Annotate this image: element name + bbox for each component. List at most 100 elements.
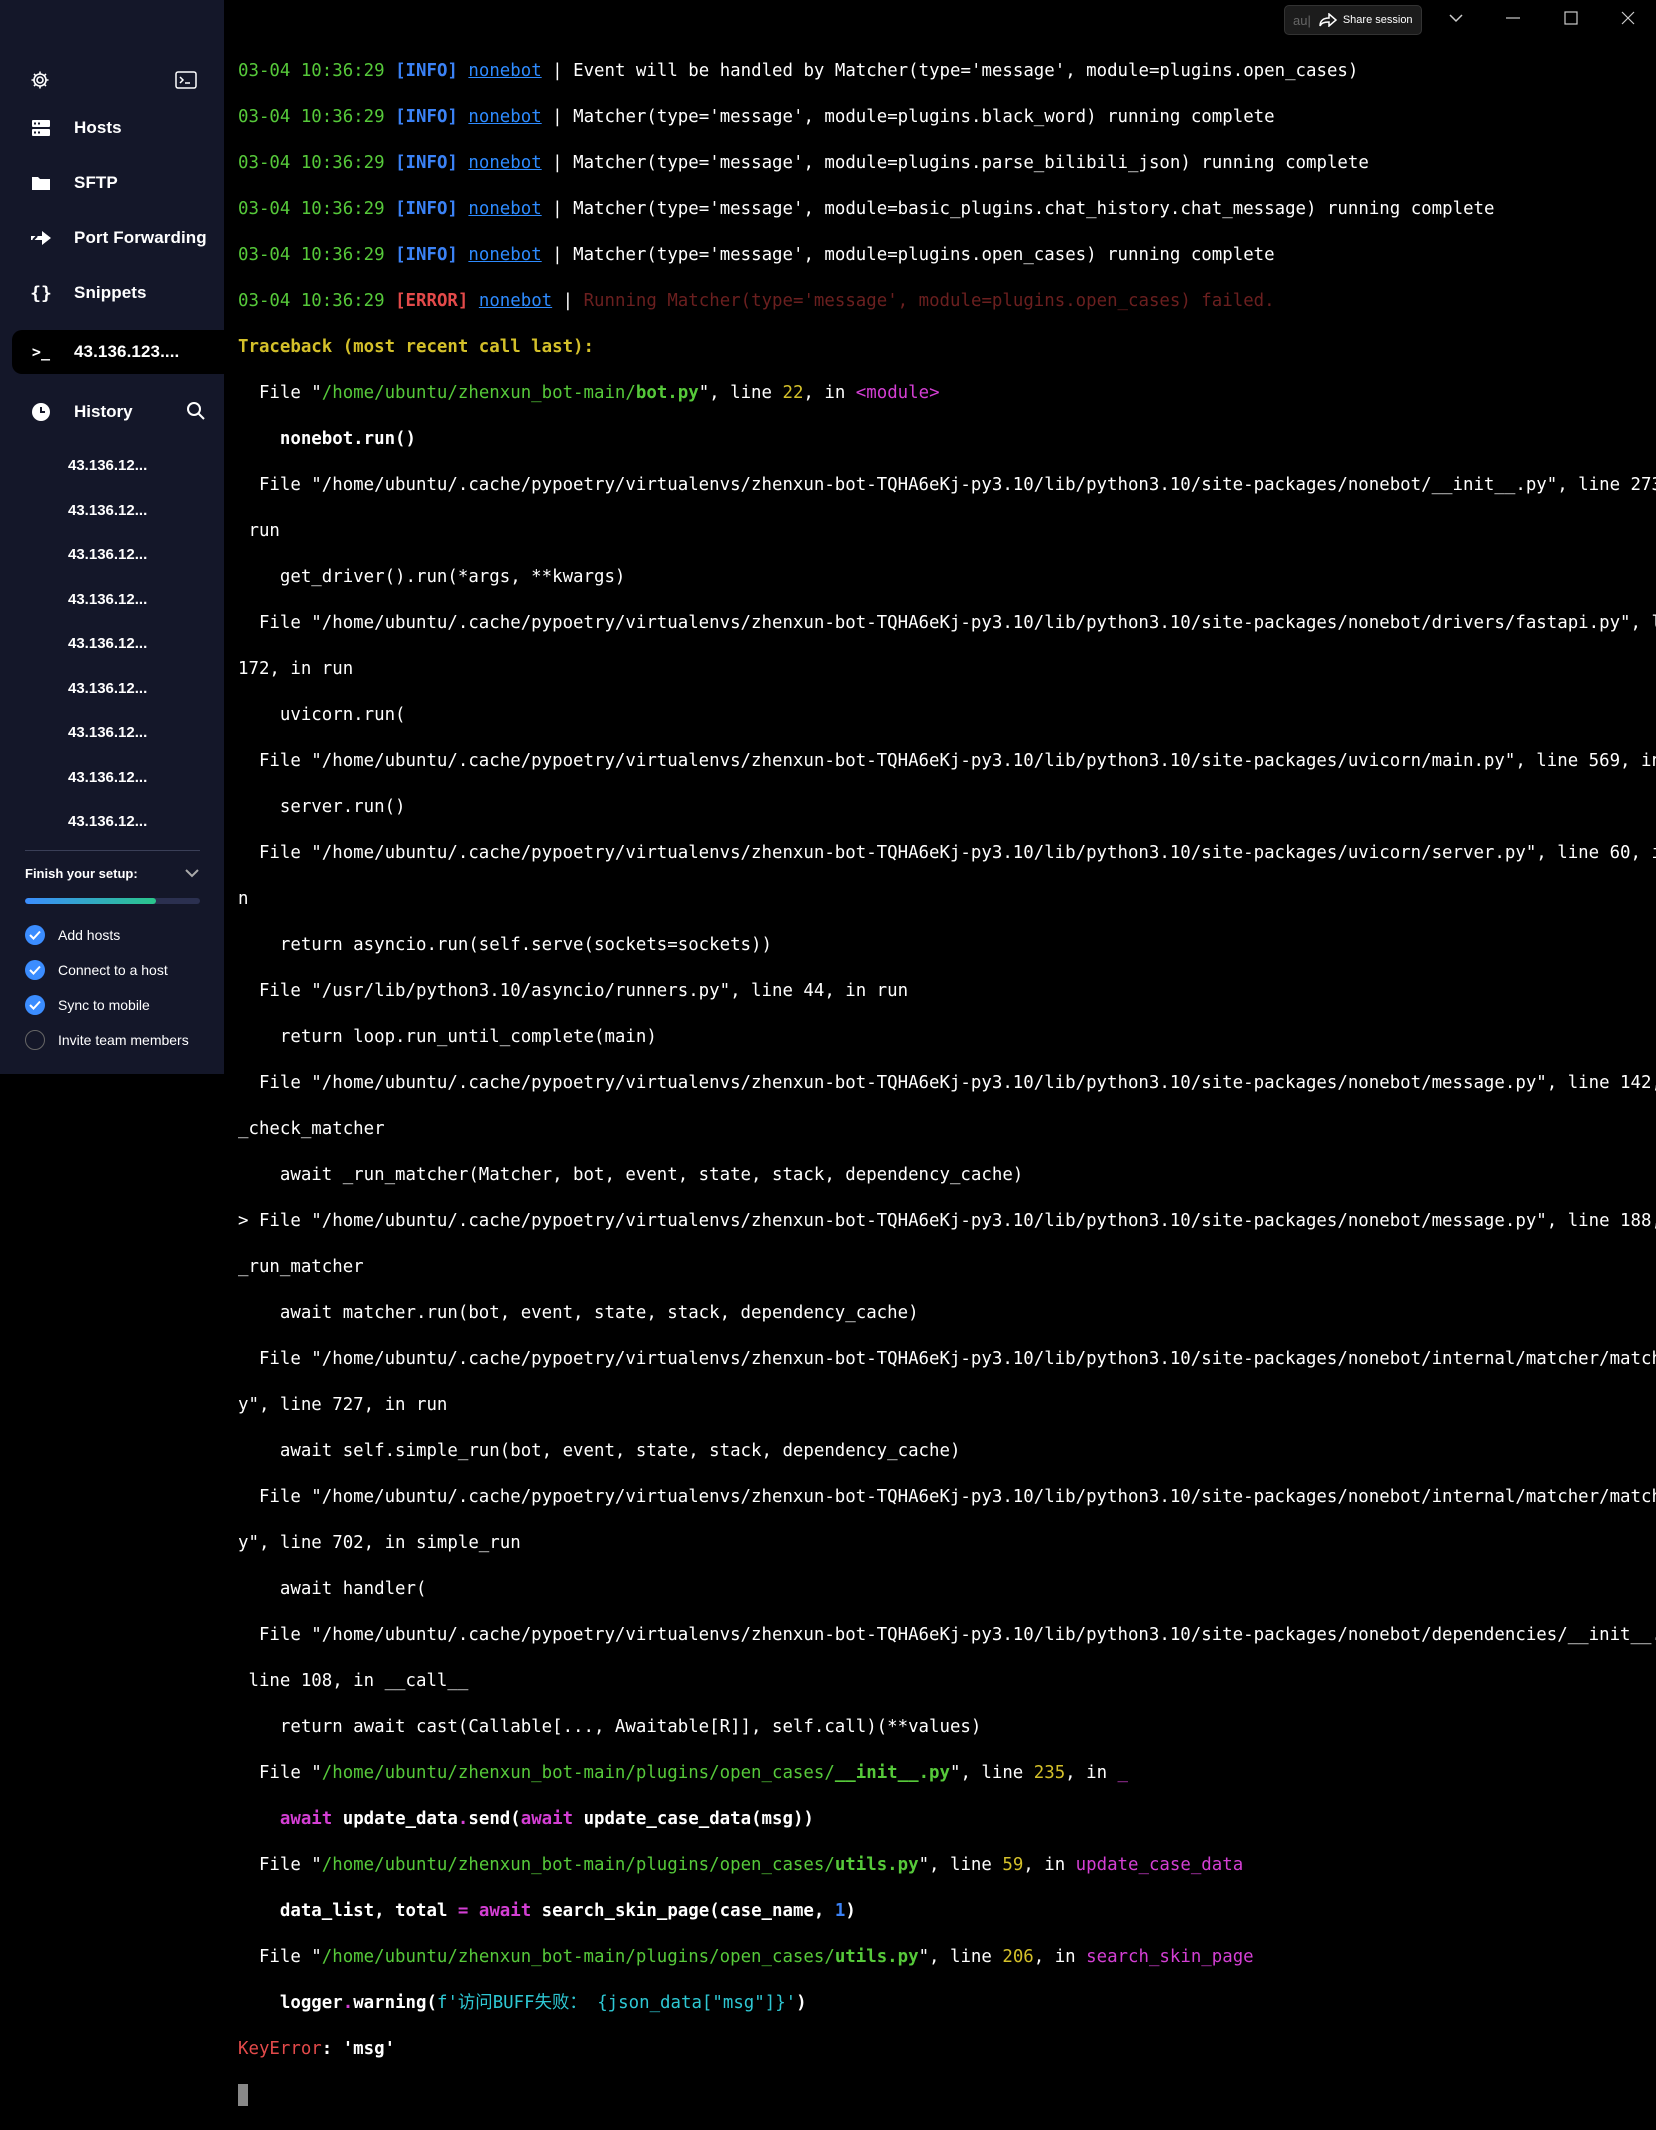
log-level: [INFO] <box>395 61 458 81</box>
exception-message: : 'msg' <box>321 2039 396 2059</box>
terminal-output[interactable]: 03-04 10:36:29 [INFO] nonebot | Event wi… <box>238 37 1656 2106</box>
history-item[interactable]: 43.136.12... <box>68 457 147 474</box>
traceback-line: File "/home/ubuntu/zhenxun_bot-main/plug… <box>238 1854 1650 1877</box>
setup-item-label: Add hosts <box>58 927 121 943</box>
setup-item-add-hosts[interactable]: Add hosts <box>25 924 120 946</box>
log-timestamp: 03-04 10:36:29 <box>238 153 385 173</box>
history-item[interactable]: 43.136.12... <box>68 724 147 741</box>
history-header[interactable]: History <box>12 389 212 435</box>
tb-text: , in <box>803 383 856 403</box>
traceback-line: File "/usr/lib/python3.10/asyncio/runner… <box>238 981 909 1001</box>
tb-func: update_case_data <box>1075 1855 1244 1875</box>
traceback-code: return loop.run_until_complete(main) <box>238 1027 657 1047</box>
tb-lineno: 235 <box>1033 1763 1066 1783</box>
traceback-line: line 108, in __call__ <box>238 1671 469 1691</box>
log-message: Matcher(type='message', module=plugins.b… <box>573 107 1275 127</box>
history-item[interactable]: 43.136.12... <box>68 546 147 563</box>
search-icon[interactable] <box>186 401 206 426</box>
session-label: 43.136.123.... <box>74 342 180 361</box>
history-item[interactable]: 43.136.12... <box>68 813 147 830</box>
tb-path: /home/ubuntu/zhenxun_bot-main/plugins/op… <box>321 1763 835 1783</box>
tb-func: _ <box>1117 1763 1129 1783</box>
sidebar-item-port-forwarding[interactable]: Port Forwarding <box>12 215 222 261</box>
log-sep: | <box>541 107 574 127</box>
traceback-code: return asyncio.run(self.serve(sockets=so… <box>238 935 772 955</box>
tb-file: bot.py <box>635 383 699 403</box>
log-timestamp: 03-04 10:36:29 <box>238 61 385 81</box>
sidebar-item-sftp[interactable]: SFTP <box>12 160 222 206</box>
traceback-code: await handler( <box>238 1579 427 1599</box>
share-session-button[interactable]: au| Share session <box>1284 5 1422 35</box>
log-timestamp: 03-04 10:36:29 <box>238 107 385 127</box>
tb-lineno: 206 <box>1002 1947 1034 1967</box>
tb-path: /home/ubuntu/zhenxun_bot-main/plugins/op… <box>321 1855 835 1875</box>
traceback-line: _check_matcher <box>238 1119 385 1139</box>
traceback-code: nonebot.run() <box>238 429 416 449</box>
braces-icon: {} <box>30 282 52 304</box>
log-level: [INFO] <box>395 107 458 127</box>
tb-text: , in <box>1065 1763 1118 1783</box>
traceback-header: Traceback (most recent call last): <box>238 337 594 357</box>
tb-code: warning( <box>353 1993 437 2013</box>
log-line: 03-04 10:36:29 [INFO] nonebot | Matcher(… <box>238 198 1650 221</box>
minimize-icon[interactable] <box>1498 6 1528 30</box>
tb-op: = <box>457 1901 469 1921</box>
sidebar-item-active-session[interactable]: >_ 43.136.123.... <box>12 330 224 374</box>
terminal-icon[interactable] <box>174 68 198 92</box>
tb-code: update_case_data(msg)) <box>573 1809 814 1829</box>
setup-item-invite[interactable]: Invite team members <box>25 1029 189 1051</box>
log-level: [INFO] <box>395 199 458 219</box>
log-line: 03-04 10:36:29 [INFO] nonebot | Matcher(… <box>238 106 1650 129</box>
tb-op: . <box>342 1993 354 2013</box>
tb-number: 1 <box>834 1901 846 1921</box>
sidebar-item-snippets[interactable]: {} Snippets <box>12 270 222 316</box>
traceback-line: y", line 702, in simple_run <box>238 1533 521 1553</box>
history-item[interactable]: 43.136.12... <box>68 769 147 786</box>
setup-item-sync[interactable]: Sync to mobile <box>25 994 150 1016</box>
traceback-line: y", line 727, in run <box>238 1395 448 1415</box>
traceback-line: File "/home/ubuntu/.cache/pypoetry/virtu… <box>238 1625 1656 1645</box>
traceback-code: return await cast(Callable[..., Awaitabl… <box>238 1717 982 1737</box>
tb-file: __init__.py <box>834 1763 950 1783</box>
close-icon[interactable] <box>1613 6 1643 30</box>
user-avatar: au| <box>1293 12 1311 28</box>
log-module: nonebot <box>468 245 542 265</box>
traceback-line: 172, in run <box>238 659 354 679</box>
log-sep: | <box>541 153 574 173</box>
share-icon <box>1319 13 1337 27</box>
traceback-line: File "/home/ubuntu/.cache/pypoetry/virtu… <box>238 843 1656 863</box>
tb-op: . <box>457 1809 469 1829</box>
tb-text: File " <box>238 383 322 403</box>
traceback-line: File "/home/ubuntu/zhenxun_bot-main/bot.… <box>238 382 1650 405</box>
traceback-code: data_list, total = await search_skin_pag… <box>238 1900 1650 1923</box>
check-icon <box>25 995 45 1015</box>
chevron-down-icon[interactable] <box>184 866 200 884</box>
port-forwarding-icon <box>28 227 54 249</box>
traceback-code: await matcher.run(bot, event, state, sta… <box>238 1303 919 1323</box>
gear-icon[interactable] <box>28 68 52 92</box>
history-item[interactable]: 43.136.12... <box>68 502 147 519</box>
log-sep: | <box>552 291 584 311</box>
check-icon <box>25 925 45 945</box>
history-item[interactable]: 43.136.12... <box>68 635 147 652</box>
traceback-line: run <box>238 521 280 541</box>
tb-path: /home/ubuntu/zhenxun_bot-main/plugins/op… <box>321 1947 835 1967</box>
tb-code: logger <box>279 1993 343 2013</box>
setup-item-connect[interactable]: Connect to a host <box>25 959 168 981</box>
tb-code: update_data <box>332 1809 458 1829</box>
tb-text: File " <box>238 1855 322 1875</box>
history-item[interactable]: 43.136.12... <box>68 591 147 608</box>
prompt-line[interactable] <box>238 2084 1650 2107</box>
maximize-icon[interactable] <box>1556 6 1586 30</box>
log-message: Matcher(type='message', module=plugins.p… <box>573 153 1369 173</box>
history-item[interactable]: 43.136.12... <box>68 680 147 697</box>
log-sep: | <box>541 199 574 219</box>
log-module: nonebot <box>468 61 542 81</box>
tb-text: File " <box>238 1763 322 1783</box>
sidebar-item-hosts[interactable]: Hosts <box>12 105 222 151</box>
tb-keyword: await <box>279 1809 333 1829</box>
chevron-down-icon[interactable] <box>1441 6 1471 30</box>
log-module: nonebot <box>468 107 542 127</box>
traceback-line: File "/home/ubuntu/.cache/pypoetry/virtu… <box>238 475 1656 495</box>
tb-text: , in <box>1033 1947 1087 1967</box>
